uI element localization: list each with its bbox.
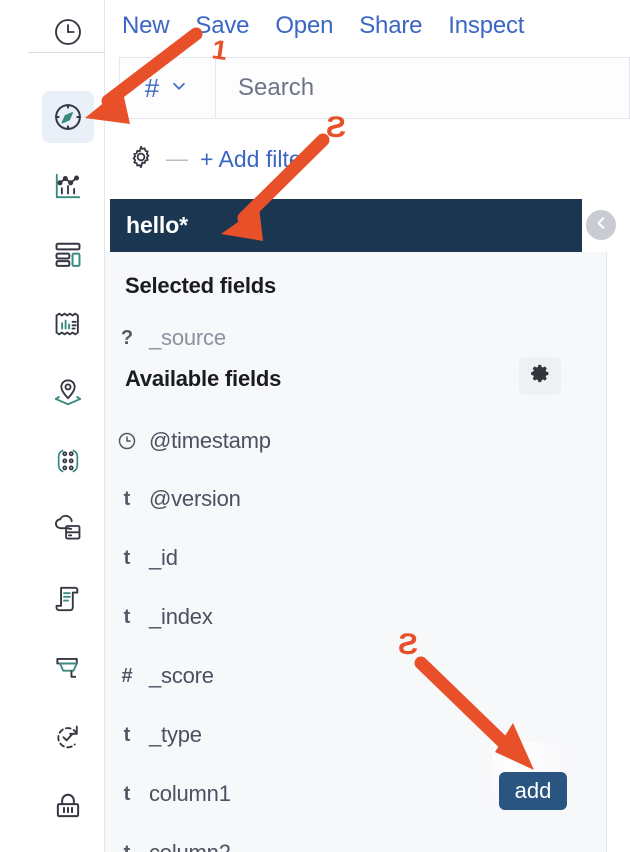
field-name: _id [149, 545, 178, 570]
collapse-sidebar-button[interactable] [586, 210, 616, 240]
field-name: @timestamp [149, 428, 271, 453]
search-input[interactable]: Search [216, 58, 629, 118]
query-language-switcher[interactable]: # [120, 58, 216, 118]
selected-fields-heading: Selected fields [125, 273, 277, 298]
save-button[interactable]: Save [195, 12, 249, 40]
global-nav-sidebar [0, 0, 106, 852]
dashboard-icon [52, 239, 84, 271]
field-row-timestamp[interactable]: @timestamp [105, 419, 607, 463]
field-list-panel: Selected fields ? _source Available fiel… [105, 252, 607, 852]
canvas-icon [52, 308, 84, 340]
sidebar-item-machine-learning[interactable] [42, 435, 94, 487]
sidebar-item-uptime[interactable] [42, 711, 94, 763]
line-chart-icon [52, 170, 84, 202]
field-type-string-icon: t [105, 841, 149, 852]
field-row-type[interactable]: t _type [105, 713, 607, 757]
sidebar-item-dashboard[interactable] [42, 229, 94, 281]
clock-icon [105, 429, 149, 453]
chevron-left-icon [591, 213, 611, 238]
field-row-column2[interactable]: t column2 [105, 831, 607, 852]
field-row-id[interactable]: t _id [105, 536, 607, 580]
filter-bar: — + Add filter [105, 119, 630, 199]
panel-gutter [607, 252, 630, 852]
add-filter-button[interactable]: + Add filter [200, 146, 309, 173]
sidebar-item-security[interactable] [42, 780, 94, 832]
sidebar-item-visualize[interactable] [42, 160, 94, 212]
field-type-number-icon: # [121, 664, 133, 687]
share-button[interactable]: Share [359, 12, 422, 40]
sidebar-item-canvas[interactable] [42, 298, 94, 350]
sidebar-item-maps[interactable] [42, 366, 94, 418]
filter-separator: — [166, 146, 188, 171]
sidebar-item-infrastructure[interactable] [42, 504, 94, 556]
compass-icon [51, 100, 85, 134]
field-name: _type [149, 722, 202, 747]
field-name: @version [149, 486, 241, 511]
sidebar-item-apm[interactable] [42, 642, 94, 694]
kibana-discover-screen: New Save Open Share Inspect # Search — +… [0, 0, 630, 852]
field-type-unknown-icon: ? [120, 326, 134, 349]
chevron-down-icon [168, 75, 190, 102]
uptime-check-icon [52, 721, 84, 753]
field-type-string-icon: t [123, 782, 131, 805]
field-row-source[interactable]: ? _source [105, 316, 607, 360]
apm-icon [52, 652, 84, 684]
cloud-database-icon [52, 514, 84, 546]
field-type-string-icon: t [123, 487, 131, 510]
inspect-button[interactable]: Inspect [448, 12, 524, 40]
gear-icon [530, 363, 551, 389]
logs-scroll-icon [52, 583, 84, 615]
field-name: column2 [149, 840, 231, 852]
clock-icon [52, 16, 84, 48]
field-name: _source [149, 325, 226, 350]
field-row-index[interactable]: t _index [105, 595, 607, 639]
field-name: _score [149, 663, 214, 688]
lock-icon [52, 790, 84, 822]
field-type-string-icon: t [123, 605, 131, 628]
sidebar-item-discover[interactable] [42, 91, 94, 143]
available-fields-heading: Available fields [125, 366, 282, 391]
new-button[interactable]: New [122, 12, 170, 40]
hash-icon: # [144, 73, 160, 103]
index-pattern-title: hello* [126, 212, 189, 238]
query-bar: # Search [119, 57, 630, 119]
machine-learning-icon [52, 445, 84, 477]
field-row-score[interactable]: # _score [105, 654, 607, 698]
gear-icon[interactable] [127, 143, 155, 176]
sidebar-item-logs[interactable] [42, 573, 94, 625]
field-row-version[interactable]: t @version [105, 477, 607, 521]
field-name: column1 [149, 781, 231, 806]
add-field-button[interactable]: add [499, 772, 567, 810]
field-settings-button[interactable] [519, 357, 561, 395]
maps-pin-layers-icon [52, 376, 84, 408]
field-type-string-icon: t [123, 546, 131, 569]
field-name: _index [149, 604, 213, 629]
sidebar-item-recently-viewed[interactable] [42, 6, 94, 58]
index-pattern-header[interactable]: hello* [110, 199, 582, 252]
top-nav-bar: New Save Open Share Inspect [105, 0, 630, 52]
open-button[interactable]: Open [275, 12, 333, 40]
field-type-string-icon: t [123, 723, 131, 746]
